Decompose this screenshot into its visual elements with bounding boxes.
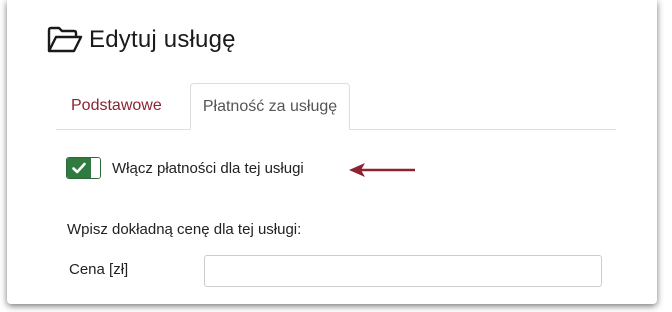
- folder-open-icon: [47, 26, 83, 53]
- price-hint: Wpisz dokładną cenę dla tej usługi:: [67, 221, 302, 238]
- price-label: Cena [zł]: [69, 261, 129, 278]
- toggle-on-state: [67, 158, 91, 178]
- tab-payment[interactable]: Płatność za usługę: [190, 83, 350, 130]
- tab-basic[interactable]: Podstawowe: [56, 83, 177, 129]
- toggle-knob: [91, 158, 100, 178]
- price-input[interactable]: [204, 255, 602, 287]
- tab-bar: Podstawowe Płatność za usługę: [56, 83, 616, 130]
- payments-toggle-row: Włącz płatności dla tej usługi: [66, 157, 304, 179]
- payments-toggle-label[interactable]: Włącz płatności dla tej usługi: [112, 160, 304, 177]
- edit-service-panel: Edytuj usługę Podstawowe Płatność za usł…: [7, 0, 657, 304]
- checkmark-icon: [72, 162, 86, 174]
- payments-toggle[interactable]: [66, 157, 101, 179]
- arrow-left-icon: [349, 163, 415, 177]
- page-title: Edytuj usługę: [89, 26, 236, 53]
- page-header: Edytuj usługę: [47, 22, 236, 58]
